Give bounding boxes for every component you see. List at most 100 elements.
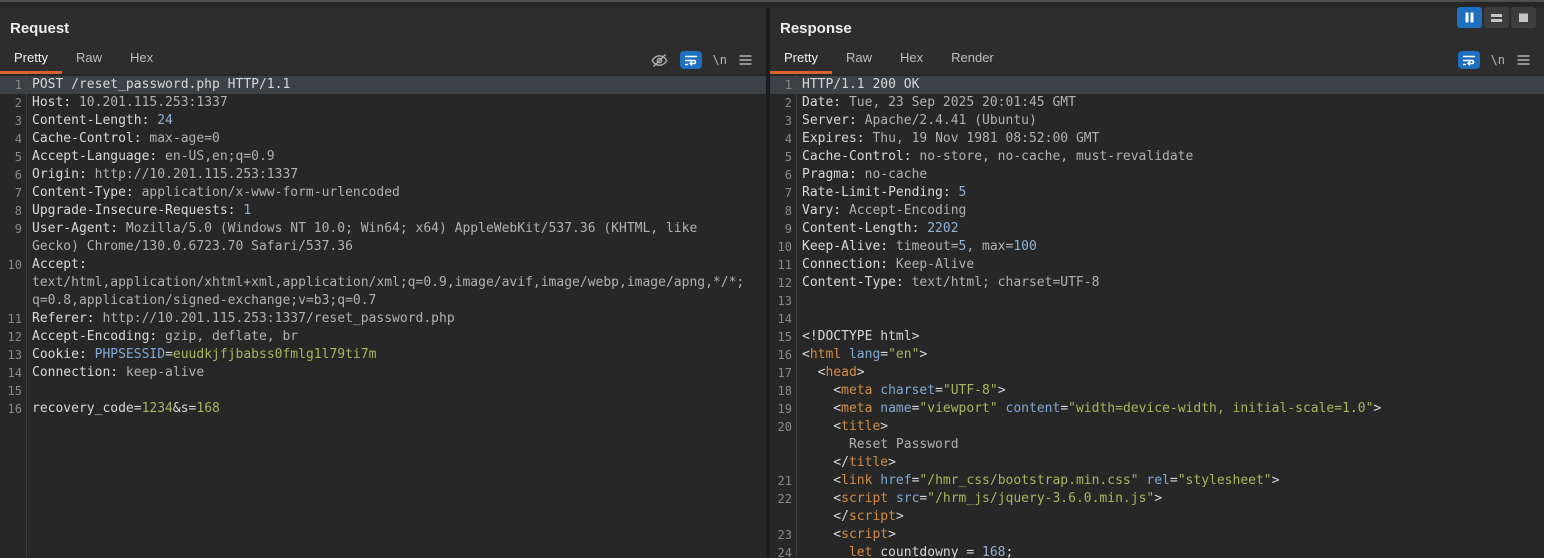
line-number: 8 [770,202,792,220]
menu-icon[interactable] [738,54,753,66]
window-top-strip [0,0,1544,8]
code-row[interactable]: 15 [0,382,766,400]
code-row[interactable]: 21 <link href="/hmr_css/bootstrap.min.cs… [770,472,1544,490]
line-number: 14 [770,310,792,328]
code-row[interactable]: text/html,application/xhtml+xml,applicat… [0,274,766,292]
code-row[interactable]: 13Cookie: PHPSESSID=euudkjfjbabss0fmlg1l… [0,346,766,364]
code-row[interactable]: 1POST /reset_password.php HTTP/1.1 [0,76,766,94]
code-row[interactable]: 5Cache-Control: no-store, no-cache, must… [770,148,1544,166]
line-number: 13 [770,292,792,310]
code-row[interactable]: 19 <meta name="viewport" content="width=… [770,400,1544,418]
code-row[interactable]: q=0.8,application/signed-exchange;v=b3;q… [0,292,766,310]
code-row[interactable]: 10Keep-Alive: timeout=5, max=100 [770,238,1544,256]
line-number: 18 [770,382,792,400]
code-text: Accept-Encoding: gzip, deflate, br [22,328,766,346]
code-row[interactable]: </script> [770,508,1544,526]
code-row[interactable]: 18 <meta charset="UTF-8"> [770,382,1544,400]
line-number: 9 [770,220,792,238]
code-row[interactable]: </title> [770,454,1544,472]
line-number: 10 [770,238,792,256]
request-toolbar: \n [650,51,766,74]
code-text: </title> [792,454,1544,472]
columns-layout-button[interactable] [1457,7,1482,28]
line-number: 6 [770,166,792,184]
code-text: <title> [792,418,1544,436]
line-number [0,292,22,310]
code-row[interactable]: 16recovery_code=1234&s=168 [0,400,766,418]
tab-pretty[interactable]: Pretty [770,45,832,74]
code-text: Gecko) Chrome/130.0.6723.70 Safari/537.3… [22,238,766,256]
line-number: 19 [770,400,792,418]
code-row[interactable]: 7Rate-Limit-Pending: 5 [770,184,1544,202]
code-row[interactable]: 16<html lang="en"> [770,346,1544,364]
tab-raw[interactable]: Raw [832,45,886,74]
newline-icon[interactable]: \n [1491,53,1505,67]
code-row[interactable]: 23 <script> [770,526,1544,544]
code-row[interactable]: 11Referer: http://10.201.115.253:1337/re… [0,310,766,328]
newline-icon[interactable]: \n [713,53,727,67]
code-row[interactable]: 3Content-Length: 24 [0,112,766,130]
code-row[interactable]: Reset Password [770,436,1544,454]
code-text: Content-Type: application/x-www-form-url… [22,184,766,202]
code-row[interactable]: 4Cache-Control: max-age=0 [0,130,766,148]
tab-pretty[interactable]: Pretty [0,45,62,74]
code-row[interactable]: 2Date: Tue, 23 Sep 2025 20:01:45 GMT [770,94,1544,112]
code-row[interactable]: 6Origin: http://10.201.115.253:1337 [0,166,766,184]
code-row[interactable]: 9Content-Length: 2202 [770,220,1544,238]
code-row[interactable]: 4Expires: Thu, 19 Nov 1981 08:52:00 GMT [770,130,1544,148]
line-number: 15 [0,382,22,400]
tab-render[interactable]: Render [937,45,1008,74]
code-row[interactable]: 9User-Agent: Mozilla/5.0 (Windows NT 10.… [0,220,766,238]
code-row[interactable]: 1HTTP/1.1 200 OK [770,76,1544,94]
line-number: 11 [0,310,22,328]
code-row[interactable]: 14 [770,310,1544,328]
code-row[interactable]: 11Connection: Keep-Alive [770,256,1544,274]
rows-layout-button[interactable] [1484,7,1509,28]
code-row[interactable]: 5Accept-Language: en-US,en;q=0.9 [0,148,766,166]
code-row[interactable]: 3Server: Apache/2.4.41 (Ubuntu) [770,112,1544,130]
single-layout-button[interactable] [1511,7,1536,28]
code-text: Date: Tue, 23 Sep 2025 20:01:45 GMT [792,94,1544,112]
code-text: recovery_code=1234&s=168 [22,400,766,418]
code-row[interactable]: 22 <script src="/hrm_js/jquery-3.6.0.min… [770,490,1544,508]
code-row[interactable]: 13 [770,292,1544,310]
line-number: 3 [770,112,792,130]
code-row[interactable]: 12Accept-Encoding: gzip, deflate, br [0,328,766,346]
code-row[interactable]: 8Upgrade-Insecure-Requests: 1 [0,202,766,220]
code-row[interactable]: 14Connection: keep-alive [0,364,766,382]
code-text: Cache-Control: no-store, no-cache, must-… [792,148,1544,166]
hide-nonprintable-icon[interactable] [650,53,669,68]
code-row[interactable]: 8Vary: Accept-Encoding [770,202,1544,220]
code-text: HTTP/1.1 200 OK [792,76,1544,94]
line-number: 14 [0,364,22,382]
code-row[interactable]: 10Accept: [0,256,766,274]
line-number: 16 [0,400,22,418]
code-row[interactable]: 15<!DOCTYPE html> [770,328,1544,346]
layout-button-group [1457,7,1536,28]
code-text: let countdowny = 168; [792,544,1544,558]
code-row[interactable]: 6Pragma: no-cache [770,166,1544,184]
line-number: 12 [0,328,22,346]
line-number: 22 [770,490,792,508]
code-text: text/html,application/xhtml+xml,applicat… [22,274,766,292]
code-text: Server: Apache/2.4.41 (Ubuntu) [792,112,1544,130]
request-title: Request [0,8,766,45]
code-row[interactable]: 7Content-Type: application/x-www-form-ur… [0,184,766,202]
code-row[interactable]: 20 <title> [770,418,1544,436]
word-wrap-icon[interactable] [680,51,702,69]
line-number: 7 [770,184,792,202]
line-number: 17 [770,364,792,382]
menu-icon[interactable] [1516,54,1531,66]
code-text: <script> [792,526,1544,544]
word-wrap-icon[interactable] [1458,51,1480,69]
code-row[interactable]: 2Host: 10.201.115.253:1337 [0,94,766,112]
line-number [0,274,22,292]
tab-hex[interactable]: Hex [116,45,167,74]
code-row[interactable]: 24 let countdowny = 168; [770,544,1544,558]
tab-raw[interactable]: Raw [62,45,116,74]
tab-hex[interactable]: Hex [886,45,937,74]
code-row[interactable]: 12Content-Type: text/html; charset=UTF-8 [770,274,1544,292]
code-row[interactable]: 17 <head> [770,364,1544,382]
code-row[interactable]: Gecko) Chrome/130.0.6723.70 Safari/537.3… [0,238,766,256]
code-text: <meta name="viewport" content="width=dev… [792,400,1544,418]
